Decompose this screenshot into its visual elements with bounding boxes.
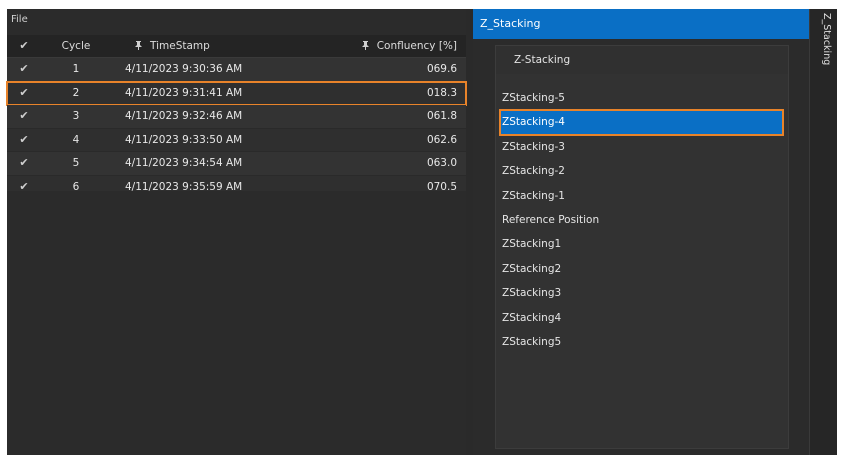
cycle-cell: 4 [72, 133, 80, 146]
list-item-selected[interactable]: ZStacking-4 [499, 109, 784, 136]
pin-icon [361, 41, 369, 50]
confluency-cell: 063.0 [426, 157, 457, 170]
confluency-cell: 018.3 [426, 86, 457, 99]
select-all-checkbox[interactable]: ✔ [15, 35, 33, 57]
list-item[interactable]: ZStacking-5 [500, 86, 786, 110]
column-header-timestamp[interactable]: TimeStamp [135, 35, 305, 57]
cycle-cell: 5 [72, 157, 80, 170]
cycle-panel: File ✔ Cycle TimeStamp Confluency [%] ✔ … [6, 9, 467, 455]
row-checkbox[interactable]: ✔ [15, 58, 33, 81]
cycle-table: ✔ Cycle TimeStamp Confluency [%] ✔ 1 4/1… [6, 35, 467, 200]
timestamp-cell: 4/11/2023 9:33:50 AM [125, 133, 243, 146]
z-stacking-list[interactable]: Z-Stacking ZStacking-5 ZStacking-4 ZStac… [495, 45, 789, 449]
list-item[interactable]: ZStacking4 [500, 306, 786, 330]
timestamp-cell: 4/11/2023 9:31:41 AM [125, 86, 243, 99]
panel-title: Z_Stacking [473, 9, 809, 39]
table-row-highlighted[interactable]: ✔ 2 4/11/2023 9:31:41 AM 018.3 [6, 80, 467, 107]
row-checkbox[interactable]: ✔ [15, 105, 33, 128]
list-items: ZStacking-5 ZStacking-4 ZStacking-3 ZSta… [499, 86, 786, 354]
timestamp-cell: 4/11/2023 9:32:46 AM [125, 110, 243, 123]
app-window: File ✔ Cycle TimeStamp Confluency [%] ✔ … [6, 9, 837, 455]
row-checkbox[interactable]: ✔ [15, 129, 33, 152]
confluency-cell: 061.8 [426, 110, 457, 123]
list-item[interactable]: Reference Position [500, 208, 786, 232]
cycle-cell: 2 [72, 86, 80, 99]
table-row[interactable]: ✔ 5 4/11/2023 9:34:54 AM 063.0 [7, 152, 466, 176]
cycle-cell: 1 [72, 63, 80, 75]
side-tab-label: Z_Stacking [821, 13, 832, 66]
file-menu[interactable]: File [7, 9, 466, 33]
row-checkbox[interactable]: ✔ [15, 82, 33, 105]
column-header-cycle[interactable]: Cycle [53, 35, 99, 57]
table-row[interactable]: ✔ 1 4/11/2023 9:30:36 AM 069.6 [7, 58, 466, 82]
table-row[interactable]: ✔ 4 4/11/2023 9:33:50 AM 062.6 [7, 128, 466, 153]
cycle-cell: 3 [72, 110, 80, 123]
side-tab-z-stacking[interactable]: Z_Stacking [809, 9, 837, 455]
list-item[interactable]: ZStacking3 [500, 281, 786, 305]
list-item[interactable]: ZStacking-2 [500, 159, 786, 183]
timestamp-cell: 4/11/2023 9:34:54 AM [125, 157, 243, 170]
column-header-timestamp-label: TimeStamp [150, 40, 210, 52]
table-row[interactable]: ✔ 3 4/11/2023 9:32:46 AM 061.8 [7, 105, 466, 129]
timestamp-cell: 4/11/2023 9:30:36 AM [125, 63, 243, 75]
confluency-cell: 062.6 [426, 133, 457, 146]
list-item[interactable]: ZStacking5 [500, 330, 786, 354]
list-item[interactable]: ZStacking-3 [500, 135, 786, 159]
list-item[interactable]: ZStacking1 [500, 232, 786, 256]
confluency-cell: 069.6 [426, 63, 457, 75]
z-stacking-panel: Z_Stacking Z-Stacking ZStacking-5 ZStack… [473, 9, 809, 455]
table-empty-area [7, 191, 466, 455]
pin-icon [135, 41, 142, 50]
table-header-row: ✔ Cycle TimeStamp Confluency [%] [7, 35, 466, 58]
column-header-confluency-label: Confluency [%] [376, 40, 457, 52]
list-item[interactable]: ZStacking-1 [500, 184, 786, 208]
list-title: Z-Stacking [496, 46, 788, 74]
column-header-confluency[interactable]: Confluency [%] [307, 35, 457, 57]
list-item[interactable]: ZStacking2 [500, 257, 786, 281]
row-checkbox[interactable]: ✔ [15, 152, 33, 175]
